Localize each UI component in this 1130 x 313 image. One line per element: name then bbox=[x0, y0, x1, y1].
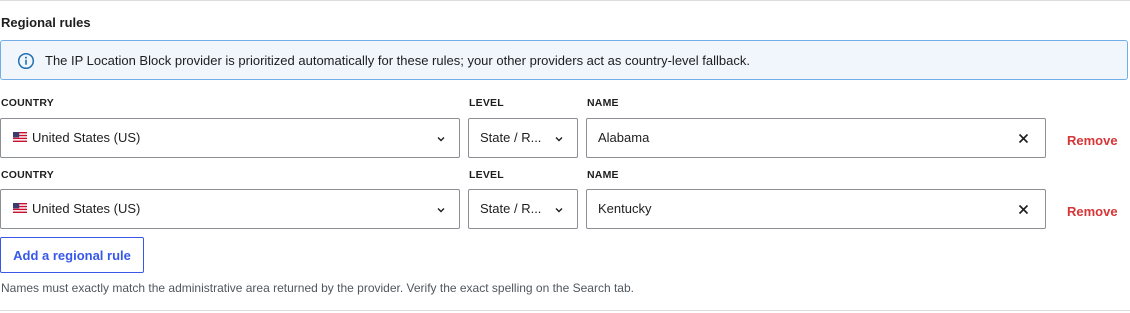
close-icon[interactable] bbox=[1017, 203, 1030, 216]
name-input[interactable]: Kentucky bbox=[586, 189, 1046, 229]
level-select[interactable]: State / R... bbox=[468, 189, 578, 229]
country-label: COUNTRY bbox=[1, 169, 54, 181]
level-select[interactable]: State / R... bbox=[468, 118, 578, 158]
name-input[interactable]: Alabama bbox=[586, 118, 1046, 158]
country-select[interactable]: United States (US) bbox=[0, 118, 460, 158]
chevron-down-icon bbox=[437, 208, 445, 213]
us-flag-icon bbox=[13, 203, 27, 213]
country-select[interactable]: United States (US) bbox=[0, 189, 460, 229]
chevron-down-icon bbox=[437, 137, 445, 142]
info-notice: The IP Location Block provider is priori… bbox=[0, 40, 1128, 80]
chevron-down-icon bbox=[555, 137, 563, 142]
country-value: United States (US) bbox=[32, 130, 141, 145]
add-regional-rule-button[interactable]: Add a regional rule bbox=[0, 237, 144, 273]
us-flag-icon bbox=[13, 132, 27, 142]
name-label: NAME bbox=[587, 97, 619, 109]
chevron-down-icon bbox=[555, 208, 563, 213]
name-value: Alabama bbox=[598, 130, 650, 145]
country-value: United States (US) bbox=[32, 201, 141, 216]
level-value: State / R... bbox=[480, 201, 542, 216]
section-title: Regional rules bbox=[1, 15, 91, 30]
name-label: NAME bbox=[587, 169, 619, 181]
level-label: LEVEL bbox=[469, 97, 504, 109]
level-value: State / R... bbox=[480, 130, 542, 145]
remove-rule-button[interactable]: Remove bbox=[1067, 204, 1118, 219]
remove-rule-button[interactable]: Remove bbox=[1067, 133, 1118, 148]
top-divider bbox=[0, 0, 1130, 1]
level-label: LEVEL bbox=[469, 169, 504, 181]
help-text: Names must exactly match the administrat… bbox=[1, 281, 634, 295]
bottom-divider bbox=[0, 310, 1130, 311]
name-value: Kentucky bbox=[598, 201, 652, 216]
country-label: COUNTRY bbox=[1, 97, 54, 109]
close-icon[interactable] bbox=[1017, 132, 1030, 145]
notice-text: The IP Location Block provider is priori… bbox=[45, 53, 750, 68]
info-icon bbox=[17, 52, 35, 70]
